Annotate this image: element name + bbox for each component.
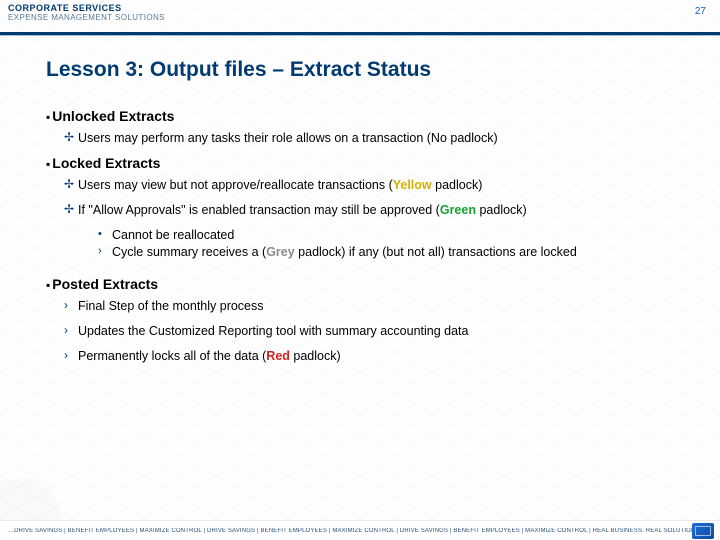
chevron-icon: ›	[64, 298, 78, 314]
section-heading-unlocked: Unlocked Extracts	[46, 108, 690, 124]
amex-logo-icon	[692, 523, 714, 539]
list-item: › Final Step of the monthly process	[64, 298, 690, 315]
list-item-text: If "Allow Approvals" is enabled transact…	[78, 202, 690, 219]
list-item: ✢ If "Allow Approvals" is enabled transa…	[64, 202, 690, 219]
chevron-icon: ›	[98, 244, 112, 259]
text-fragment: padlock)	[290, 349, 341, 363]
brand-line-2: EXPENSE MANAGEMENT SOLUTIONS	[8, 14, 165, 22]
section-heading-posted: Posted Extracts	[46, 276, 690, 292]
text-fragment: padlock)	[432, 178, 483, 192]
header-bar: CORPORATE SERVICES EXPENSE MANAGEMENT SO…	[0, 0, 720, 32]
sub-list-item: • Cannot be reallocated	[98, 227, 690, 244]
footer-bar: …DRIVE SAVINGS | BENEFIT EMPLOYEES | MAX…	[0, 520, 720, 540]
sub-list-text: Cannot be reallocated	[112, 227, 690, 244]
padlock-color-yellow: Yellow	[393, 178, 432, 192]
sub-list-item: › Cycle summary receives a (Grey padlock…	[98, 244, 690, 261]
list-item-text: Final Step of the monthly process	[78, 298, 690, 315]
list-item-text: Users may view but not approve/reallocat…	[78, 177, 690, 194]
plus-icon: ✢	[64, 202, 78, 218]
brand-line-1: CORPORATE SERVICES	[8, 4, 165, 13]
list-item-text: Updates the Customized Reporting tool wi…	[78, 323, 690, 340]
plus-icon: ✢	[64, 130, 78, 146]
text-fragment: If "Allow Approvals" is enabled transact…	[78, 203, 440, 217]
slide-title: Lesson 3: Output files – Extract Status	[46, 58, 690, 82]
padlock-color-grey: Grey	[266, 245, 295, 259]
list-item: ✢ Users may view but not approve/realloc…	[64, 177, 690, 194]
chevron-icon: ›	[64, 348, 78, 364]
page-number: 27	[695, 4, 712, 17]
padlock-color-green: Green	[440, 203, 476, 217]
list-item-text: Users may perform any tasks their role a…	[78, 130, 690, 147]
section-heading-locked: Locked Extracts	[46, 155, 690, 171]
list-item: › Permanently locks all of the data (Red…	[64, 348, 690, 365]
text-fragment: padlock)	[476, 203, 527, 217]
chevron-icon: ›	[64, 323, 78, 339]
padlock-color-red: Red	[266, 349, 290, 363]
text-fragment: padlock) if any (but not all) transactio…	[295, 245, 577, 259]
plus-icon: ✢	[64, 177, 78, 193]
brand-block: CORPORATE SERVICES EXPENSE MANAGEMENT SO…	[8, 4, 165, 22]
list-item-text: Permanently locks all of the data (Red p…	[78, 348, 690, 365]
text-fragment: Cycle summary receives a (	[112, 245, 266, 259]
footer-tagline: …DRIVE SAVINGS | BENEFIT EMPLOYEES | MAX…	[8, 528, 692, 534]
slide-content: Lesson 3: Output files – Extract Status …	[0, 36, 720, 365]
list-item: › Updates the Customized Reporting tool …	[64, 323, 690, 340]
text-fragment: Users may view but not approve/reallocat…	[78, 178, 393, 192]
dot-icon: •	[98, 227, 112, 242]
sub-list-text: Cycle summary receives a (Grey padlock) …	[112, 244, 690, 261]
text-fragment: Permanently locks all of the data (	[78, 349, 266, 363]
list-item: ✢ Users may perform any tasks their role…	[64, 130, 690, 147]
